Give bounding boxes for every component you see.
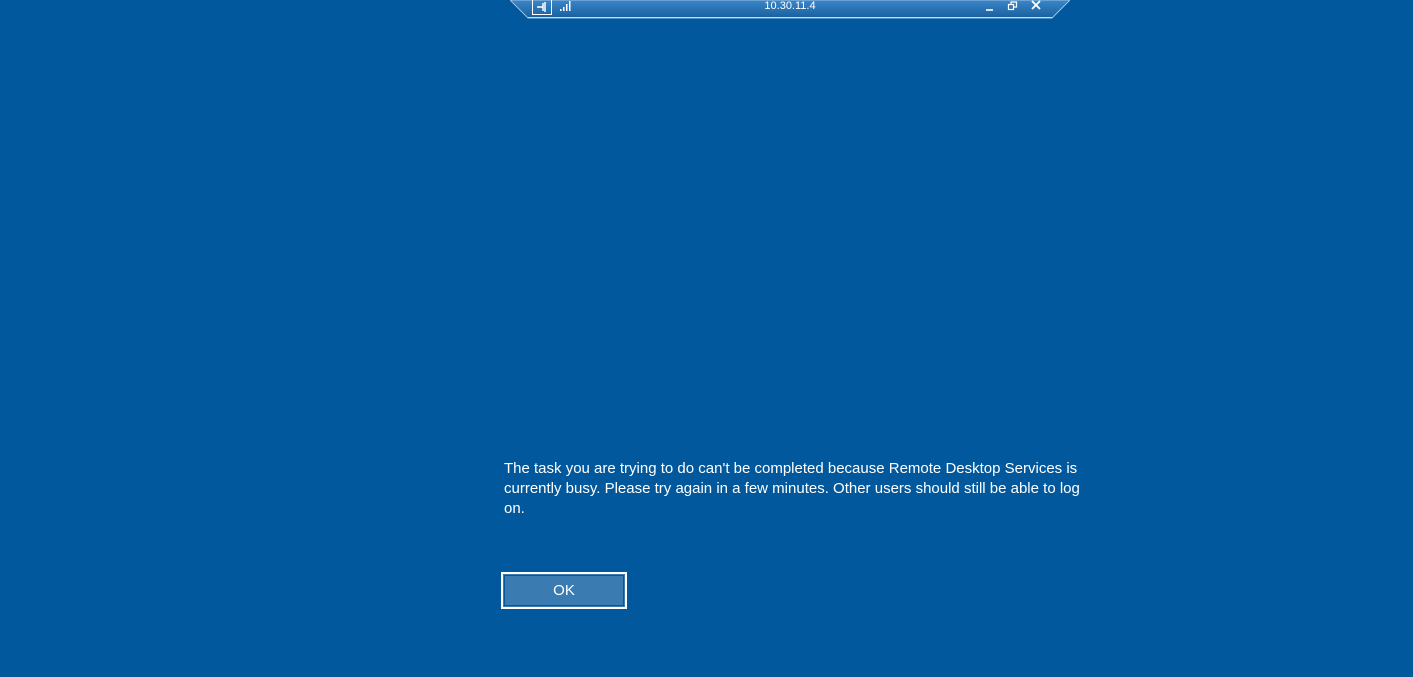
restore-button[interactable] bbox=[1005, 0, 1021, 12]
signal-strength-icon[interactable] bbox=[560, 1, 572, 11]
minimize-button[interactable] bbox=[982, 0, 998, 12]
remote-desktop-screen: 10.30.11.4 The task you are trying to do… bbox=[0, 0, 1413, 677]
close-button[interactable] bbox=[1028, 0, 1044, 12]
restore-icon bbox=[1007, 1, 1018, 11]
error-message: The task you are trying to do can't be c… bbox=[504, 460, 1080, 517]
connection-bar[interactable]: 10.30.11.4 bbox=[510, 0, 1070, 19]
close-icon bbox=[1031, 0, 1041, 10]
pin-icon bbox=[537, 2, 546, 12]
connection-title: 10.30.11.4 bbox=[764, 0, 816, 12]
pin-button[interactable] bbox=[532, 0, 552, 15]
ok-button[interactable]: OK bbox=[501, 572, 627, 609]
minimize-icon bbox=[986, 9, 993, 11]
error-dialog: The task you are trying to do can't be c… bbox=[480, 436, 1100, 636]
